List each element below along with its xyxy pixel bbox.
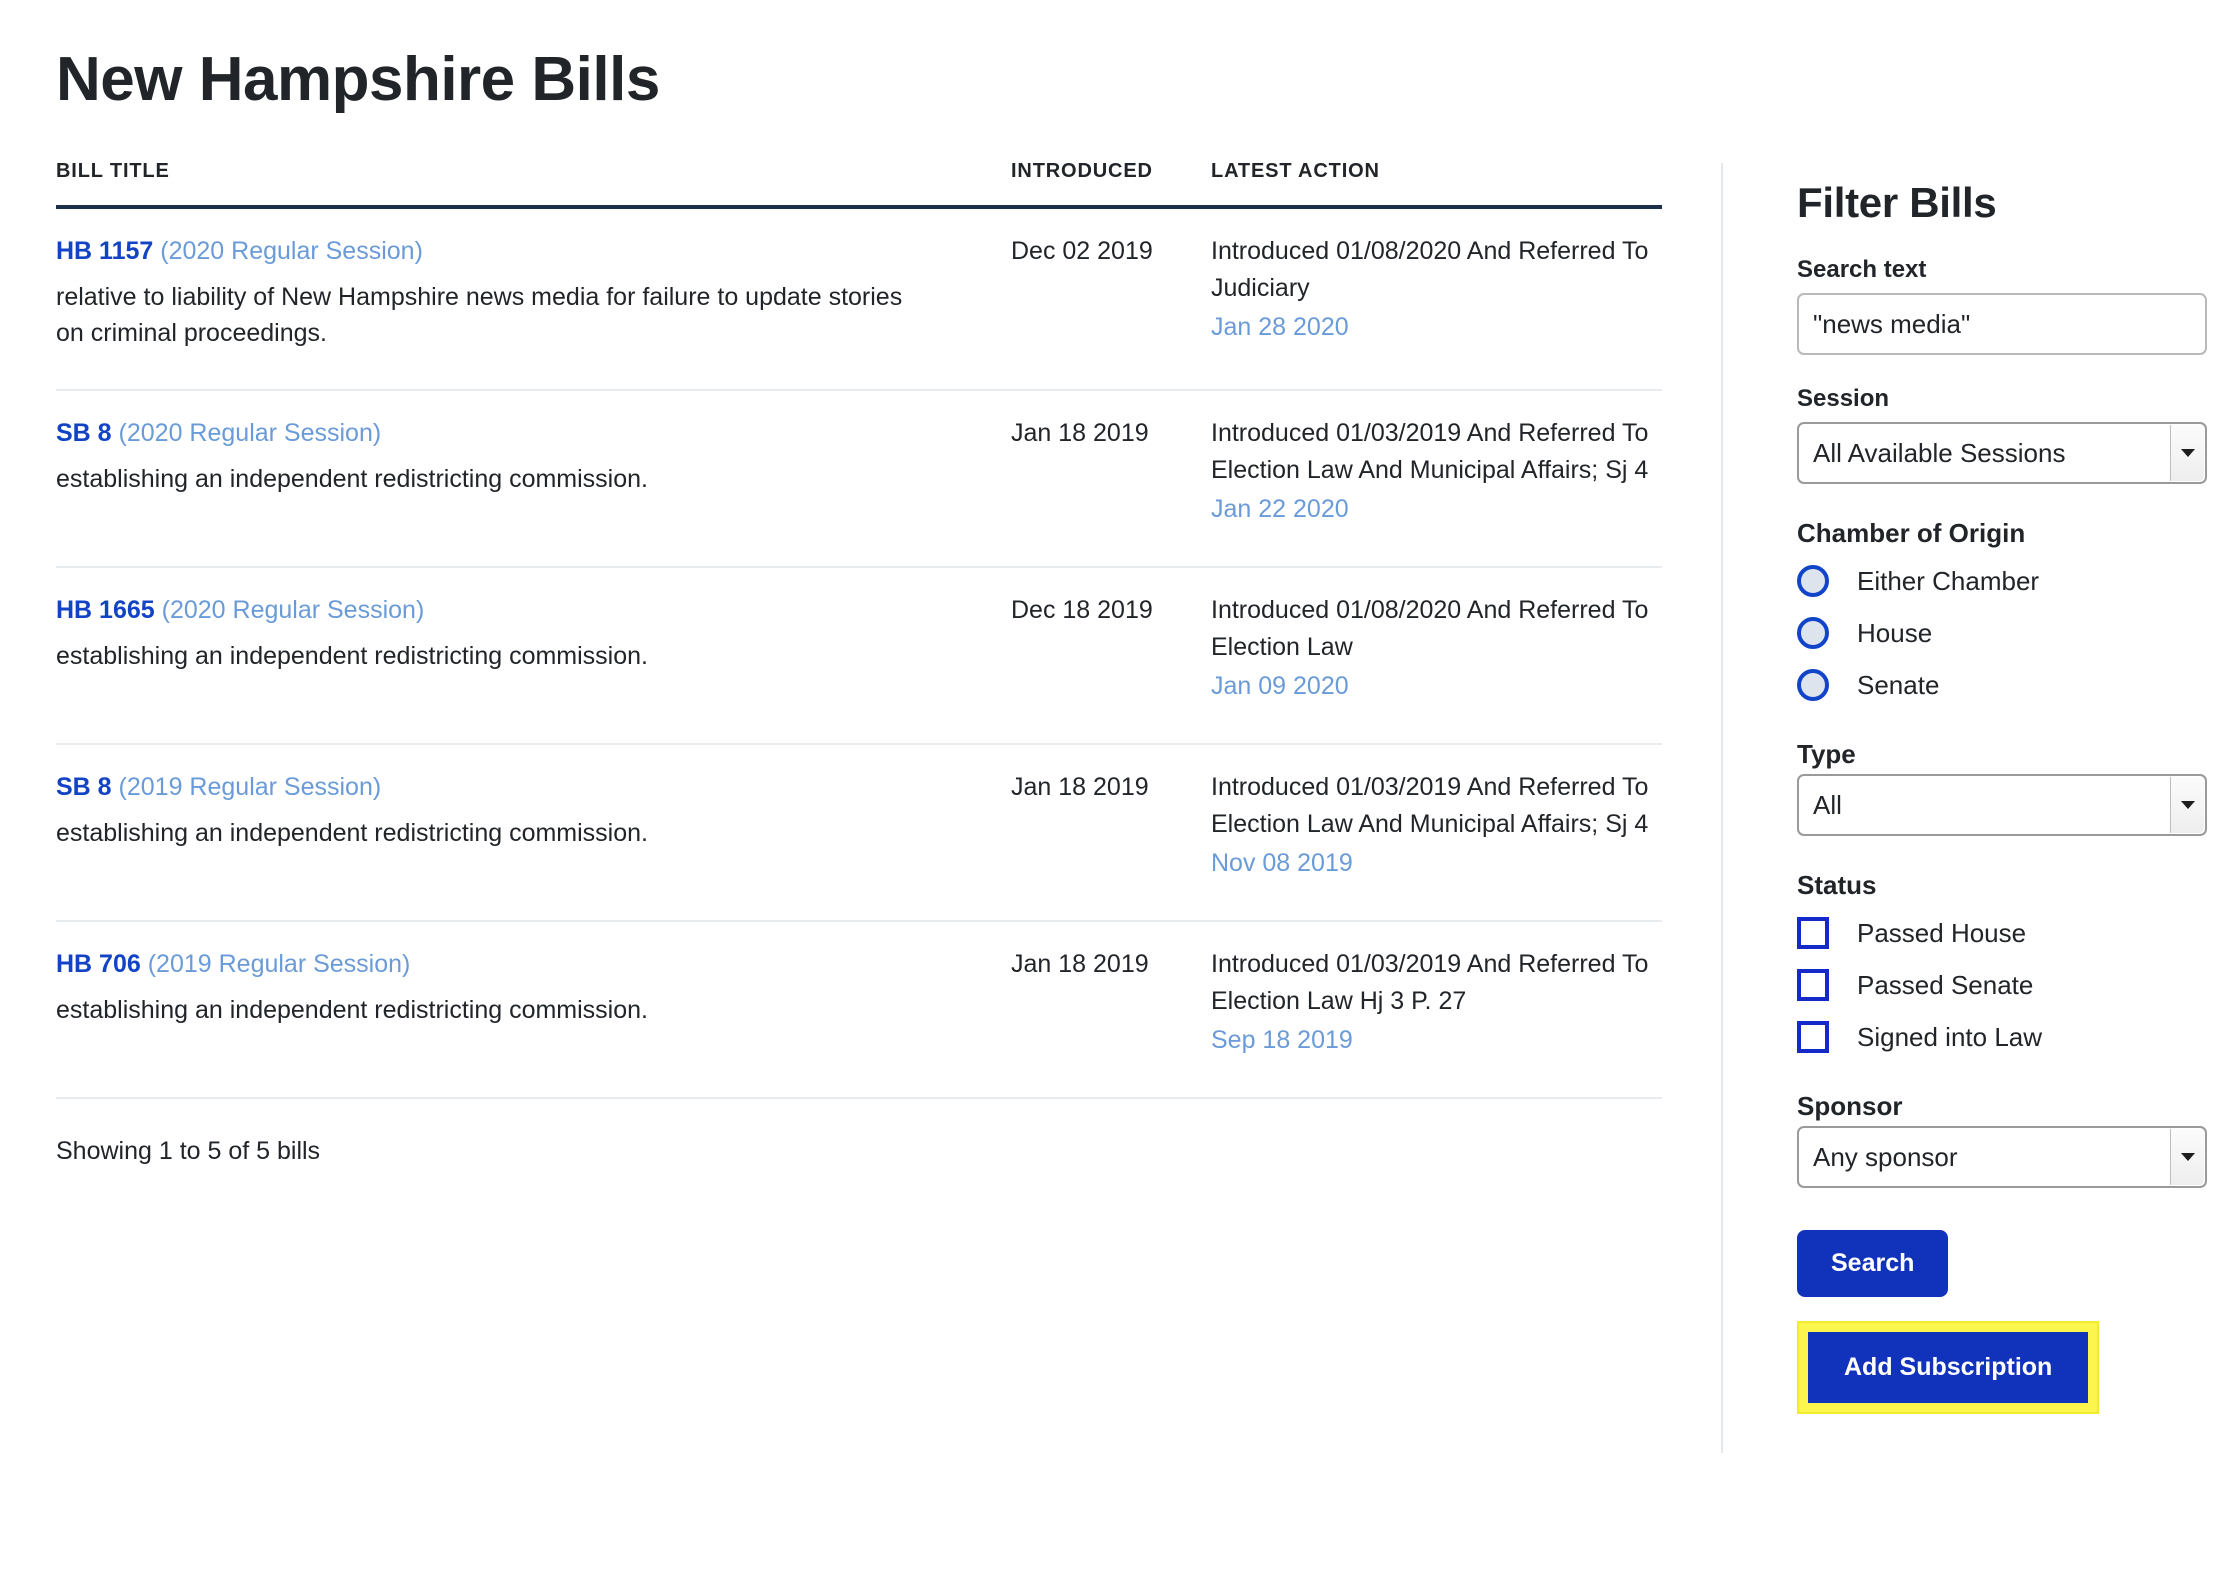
bill-session: (2019 Regular Session) bbox=[147, 950, 411, 979]
checkbox-icon[interactable] bbox=[1797, 1021, 1829, 1054]
session-select[interactable]: All Available Sessions bbox=[1797, 422, 2207, 485]
sponsor-select-value: Any sponsor bbox=[1797, 1126, 2207, 1189]
cell-latest-action: Introduced 01/03/2019 And Referred To El… bbox=[1211, 744, 1662, 923]
type-label: Type bbox=[1797, 739, 1856, 770]
cell-introduced: Dec 02 2019 bbox=[1011, 207, 1211, 392]
radio-icon[interactable] bbox=[1797, 565, 1829, 598]
bill-session: (2019 Regular Session) bbox=[118, 773, 382, 802]
checkbox-icon[interactable] bbox=[1797, 917, 1829, 950]
search-text-label: Search text bbox=[1797, 256, 1927, 284]
latest-action-date: Jan 09 2020 bbox=[1211, 672, 1349, 701]
main-content: New Hampshire Bills BILL TITLE INTRODUCE… bbox=[56, 0, 1666, 1166]
status-label: Status bbox=[1797, 870, 1877, 901]
checkbox-label: Passed Senate bbox=[1857, 969, 2034, 1000]
column-header-latest-action: LATEST ACTION bbox=[1211, 160, 1662, 210]
add-subscription-highlight: Add Subscription bbox=[1797, 1321, 2100, 1415]
latest-action-date: Jan 22 2020 bbox=[1211, 495, 1349, 524]
column-header-bill-title: BILL TITLE bbox=[56, 160, 1011, 210]
bills-page: New Hampshire Bills BILL TITLE INTRODUCE… bbox=[0, 0, 2236, 1590]
add-subscription-button[interactable]: Add Subscription bbox=[1808, 1332, 2089, 1404]
cell-latest-action: Introduced 01/03/2019 And Referred To El… bbox=[1211, 921, 1662, 1100]
search-button[interactable]: Search bbox=[1797, 1230, 1949, 1298]
cell-bill-title: HB 1665 (2020 Regular Session) establish… bbox=[56, 567, 1011, 746]
chevron-down-icon bbox=[2170, 777, 2204, 834]
radio-option-house[interactable]: House bbox=[1797, 613, 2217, 653]
sponsor-select[interactable]: Any sponsor bbox=[1797, 1126, 2207, 1189]
latest-action-date: Sep 18 2019 bbox=[1211, 1026, 1353, 1055]
chevron-down-icon bbox=[2170, 1129, 2204, 1186]
bill-link[interactable]: SB 8 bbox=[56, 419, 112, 447]
column-header-introduced: INTRODUCED bbox=[1011, 160, 1211, 210]
session-label: Session bbox=[1797, 385, 1890, 413]
bill-description: establishing an independent redistrictin… bbox=[56, 465, 648, 494]
cell-introduced: Jan 18 2019 bbox=[1011, 744, 1211, 923]
cell-bill-title: SB 8 (2020 Regular Session) establishing… bbox=[56, 390, 1011, 569]
chevron-down-icon bbox=[2170, 425, 2204, 482]
latest-action-text: Introduced 01/08/2020 And Referred To El… bbox=[1211, 596, 1649, 662]
latest-action-date: Nov 08 2019 bbox=[1211, 849, 1353, 878]
bill-session: (2020 Regular Session) bbox=[160, 237, 423, 266]
radio-icon[interactable] bbox=[1797, 617, 1829, 650]
table-header: BILL TITLE INTRODUCED LATEST ACTION bbox=[56, 160, 1662, 210]
table-row: HB 706 (2019 Regular Session) establishi… bbox=[56, 921, 1662, 1100]
results-count: Showing 1 to 5 of 5 bills bbox=[56, 1137, 321, 1166]
radio-label: House bbox=[1857, 617, 1933, 648]
cell-bill-title: HB 706 (2019 Regular Session) establishi… bbox=[56, 921, 1011, 1100]
chamber-of-origin-label: Chamber of Origin bbox=[1797, 518, 2026, 549]
cell-bill-title: SB 8 (2019 Regular Session) establishing… bbox=[56, 744, 1011, 923]
bill-description: establishing an independent redistrictin… bbox=[56, 642, 648, 671]
latest-action-text: Introduced 01/03/2019 And Referred To El… bbox=[1211, 950, 1649, 1016]
session-select-value: All Available Sessions bbox=[1797, 422, 2207, 485]
sponsor-label: Sponsor bbox=[1797, 1091, 1903, 1122]
cell-latest-action: Introduced 01/08/2020 And Referred To El… bbox=[1211, 567, 1662, 746]
bill-description: establishing an independent redistrictin… bbox=[56, 819, 648, 848]
type-select[interactable]: All bbox=[1797, 774, 2207, 837]
checkbox-label: Signed into Law bbox=[1857, 1021, 2043, 1052]
bills-table: BILL TITLE INTRODUCED LATEST ACTION HB 1… bbox=[56, 160, 1662, 1100]
bill-link[interactable]: HB 1157 bbox=[56, 237, 153, 265]
bill-link[interactable]: SB 8 bbox=[56, 773, 112, 801]
radio-option-either-chamber[interactable]: Either Chamber bbox=[1797, 561, 2217, 601]
table-body: HB 1157 (2020 Regular Session) relative … bbox=[56, 207, 1662, 1100]
radio-option-senate[interactable]: Senate bbox=[1797, 665, 2217, 705]
table-header-row: BILL TITLE INTRODUCED LATEST ACTION bbox=[56, 160, 1662, 210]
bill-session: (2020 Regular Session) bbox=[161, 596, 425, 625]
page-title: New Hampshire Bills bbox=[56, 45, 660, 114]
cell-introduced: Jan 18 2019 bbox=[1011, 390, 1211, 569]
checkbox-icon[interactable] bbox=[1797, 969, 1829, 1002]
search-text-input[interactable] bbox=[1797, 293, 2207, 356]
latest-action-text: Introduced 01/08/2020 And Referred To Ju… bbox=[1211, 237, 1649, 303]
checkbox-option-signed-into-law[interactable]: Signed into Law bbox=[1797, 1017, 2217, 1057]
checkbox-option-passed-house[interactable]: Passed House bbox=[1797, 913, 2217, 953]
type-select-value: All bbox=[1797, 774, 2207, 837]
filter-panel-title: Filter Bills bbox=[1797, 179, 1997, 226]
table-row: HB 1665 (2020 Regular Session) establish… bbox=[56, 567, 1662, 746]
cell-latest-action: Introduced 01/08/2020 And Referred To Ju… bbox=[1211, 207, 1662, 392]
latest-action-date: Jan 28 2020 bbox=[1211, 313, 1349, 342]
bill-session: (2020 Regular Session) bbox=[118, 419, 382, 448]
cell-latest-action: Introduced 01/03/2019 And Referred To El… bbox=[1211, 390, 1662, 569]
cell-introduced: Jan 18 2019 bbox=[1011, 921, 1211, 1100]
latest-action-text: Introduced 01/03/2019 And Referred To El… bbox=[1211, 773, 1649, 839]
checkbox-option-passed-senate[interactable]: Passed Senate bbox=[1797, 965, 2217, 1005]
table-row: SB 8 (2020 Regular Session) establishing… bbox=[56, 390, 1662, 569]
filter-sidebar: Filter Bills Search text Session All Ava… bbox=[1797, 0, 2217, 1415]
bill-link[interactable]: HB 1665 bbox=[56, 596, 155, 624]
bill-description: relative to liability of New Hampshire n… bbox=[56, 283, 903, 347]
checkbox-label: Passed House bbox=[1857, 917, 2027, 948]
cell-bill-title: HB 1157 (2020 Regular Session) relative … bbox=[56, 207, 1011, 392]
radio-label: Either Chamber bbox=[1857, 565, 2040, 596]
radio-label: Senate bbox=[1857, 669, 1940, 700]
radio-icon[interactable] bbox=[1797, 669, 1829, 702]
bill-description: establishing an independent redistrictin… bbox=[56, 996, 648, 1025]
search-button-wrapper: Search bbox=[1797, 1230, 2217, 1298]
column-divider bbox=[1721, 163, 1723, 1453]
table-row: HB 1157 (2020 Regular Session) relative … bbox=[56, 207, 1662, 392]
latest-action-text: Introduced 01/03/2019 And Referred To El… bbox=[1211, 419, 1649, 485]
cell-introduced: Dec 18 2019 bbox=[1011, 567, 1211, 746]
table-row: SB 8 (2019 Regular Session) establishing… bbox=[56, 744, 1662, 923]
bill-link[interactable]: HB 706 bbox=[56, 950, 141, 978]
